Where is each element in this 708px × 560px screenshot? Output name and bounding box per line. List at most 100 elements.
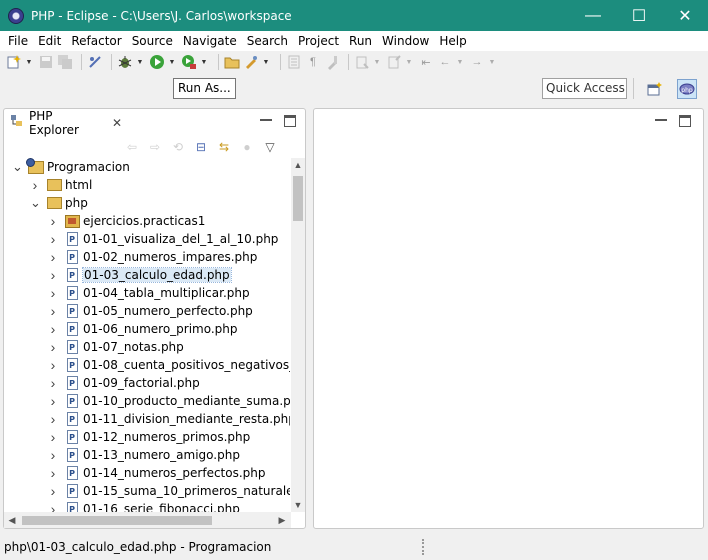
tree-item[interactable]: › P 01-03_calculo_edad.php <box>48 266 232 284</box>
tree-item[interactable]: › P 01-13_numero_amigo.php <box>48 446 240 464</box>
tree-item[interactable]: ⌄ php <box>30 194 88 212</box>
last-edit-location-icon[interactable]: ⇤ <box>418 54 434 70</box>
close-window-button[interactable]: ✕ <box>662 0 708 31</box>
save-all-icon[interactable] <box>57 54 73 70</box>
up-navigation-icon[interactable]: ⟲ <box>170 139 186 155</box>
menu-file[interactable]: File <box>3 34 33 48</box>
open-folder-icon[interactable] <box>224 54 240 70</box>
menu-run[interactable]: Run <box>344 34 377 48</box>
collapse-all-icon[interactable]: ⊟ <box>193 139 209 155</box>
chevron-right-icon[interactable]: › <box>48 357 58 373</box>
menu-help[interactable]: Help <box>434 34 471 48</box>
external-tools-icon[interactable] <box>181 54 197 70</box>
chevron-right-icon[interactable]: › <box>48 231 58 247</box>
paragraph-icon[interactable]: ¶ <box>305 54 321 70</box>
scroll-thumb[interactable] <box>22 516 212 525</box>
back-dropdown-icon[interactable]: ▼ <box>456 54 464 70</box>
chevron-down-icon[interactable]: ⌄ <box>12 160 23 173</box>
quick-access-input[interactable]: Quick Access <box>542 78 627 99</box>
close-tab-icon[interactable]: ✕ <box>112 116 122 130</box>
forward-navigation-icon[interactable]: ⇨ <box>147 139 163 155</box>
chevron-right-icon[interactable]: › <box>48 447 58 463</box>
tree-item[interactable]: › P 01-14_numeros_perfectos.php <box>48 464 266 482</box>
php-perspective-icon[interactable]: php <box>677 79 697 99</box>
chevron-right-icon[interactable]: › <box>30 177 40 193</box>
tree-item[interactable]: › P 01-10_producto_mediante_suma.php <box>48 392 290 410</box>
chevron-right-icon[interactable]: › <box>48 249 58 265</box>
scroll-right-icon[interactable]: ▶ <box>274 512 290 528</box>
tree-item[interactable]: › P 01-07_notas.php <box>48 338 184 356</box>
horizontal-scrollbar[interactable]: ◀ ▶ <box>4 512 291 528</box>
tree-item[interactable]: › P 01-02_numeros_impares.php <box>48 248 258 266</box>
back-navigation-icon[interactable]: ⇦ <box>124 139 140 155</box>
minimize-editor-icon[interactable] <box>655 115 667 121</box>
tree-item[interactable]: › P 01-01_visualiza_del_1_al_10.php <box>48 230 279 248</box>
chevron-right-icon[interactable]: › <box>48 429 58 445</box>
toggle-breakpoint-icon[interactable] <box>87 54 103 70</box>
tree-item[interactable]: › P01-08_cuenta_positivos_negativos_nul <box>48 356 290 374</box>
previous-annotation-icon[interactable] <box>386 54 402 70</box>
open-perspective-icon[interactable] <box>645 79 665 99</box>
tree-item[interactable]: › P 01-04_tabla_multiplicar.php <box>48 284 250 302</box>
search-dropdown-icon[interactable]: ▼ <box>262 54 270 70</box>
new-wizard-icon[interactable] <box>6 54 22 70</box>
link-with-editor-icon[interactable]: ⇆ <box>216 139 232 155</box>
editor-area[interactable] <box>313 108 704 529</box>
tree-item[interactable]: ⌄ Programacion <box>12 158 130 176</box>
run-dropdown-icon[interactable]: ▼ <box>168 54 176 70</box>
menu-edit[interactable]: Edit <box>33 34 66 48</box>
view-menu-icon[interactable]: ▽ <box>262 139 278 155</box>
next-annotation-icon[interactable] <box>354 54 370 70</box>
new-dropdown-icon[interactable]: ▼ <box>25 54 33 70</box>
maximize-window-button[interactable]: ☐ <box>616 0 662 31</box>
scroll-up-icon[interactable]: ▲ <box>291 158 305 172</box>
chevron-right-icon[interactable]: › <box>48 285 58 301</box>
menu-source[interactable]: Source <box>127 34 178 48</box>
chevron-right-icon[interactable]: › <box>48 501 58 512</box>
scroll-left-icon[interactable]: ◀ <box>4 512 20 528</box>
tree-item[interactable]: › P 01-06_numero_primo.php <box>48 320 238 338</box>
forward-dropdown-icon[interactable]: ▼ <box>488 54 496 70</box>
minimize-window-button[interactable]: — <box>570 0 616 31</box>
chevron-right-icon[interactable]: › <box>48 267 58 283</box>
vertical-scrollbar[interactable]: ▲ ▼ <box>291 158 305 512</box>
tree-item[interactable]: › P 01-11_division_mediante_resta.php <box>48 410 290 428</box>
maximize-editor-icon[interactable] <box>679 115 691 127</box>
menu-window[interactable]: Window <box>377 34 434 48</box>
maximize-view-icon[interactable] <box>284 115 296 127</box>
tab-php-explorer[interactable]: PHP Explorer ✕ <box>4 109 122 137</box>
menu-search[interactable]: Search <box>242 34 293 48</box>
chevron-down-icon[interactable]: ⌄ <box>30 196 41 209</box>
debug-dropdown-icon[interactable]: ▼ <box>136 54 144 70</box>
brush-icon[interactable] <box>324 54 340 70</box>
tree-item[interactable]: › P 01-16_serie_fibonacci.php <box>48 500 240 512</box>
tree-item[interactable]: › P 01-05_numero_perfecto.php <box>48 302 253 320</box>
menu-navigate[interactable]: Navigate <box>178 34 242 48</box>
tree-item[interactable]: › html <box>30 176 93 194</box>
scroll-thumb[interactable] <box>293 176 303 221</box>
focus-on-task-icon[interactable]: ● <box>239 139 255 155</box>
scroll-down-icon[interactable]: ▼ <box>291 498 305 512</box>
chevron-right-icon[interactable]: › <box>48 339 58 355</box>
external-tools-dropdown-icon[interactable]: ▼ <box>200 54 208 70</box>
menu-project[interactable]: Project <box>293 34 344 48</box>
next-annotation-dropdown-icon[interactable]: ▼ <box>373 54 381 70</box>
chevron-right-icon[interactable]: › <box>48 465 58 481</box>
chevron-right-icon[interactable]: › <box>48 213 58 229</box>
tree-item[interactable]: › P 01-09_factorial.php <box>48 374 200 392</box>
chevron-right-icon[interactable]: › <box>48 321 58 337</box>
chevron-right-icon[interactable]: › <box>48 375 58 391</box>
forward-arrow-icon[interactable]: → <box>469 54 485 70</box>
back-arrow-icon[interactable]: ← <box>437 54 453 70</box>
minimize-view-icon[interactable] <box>260 115 272 121</box>
chevron-right-icon[interactable]: › <box>48 411 58 427</box>
tree-item[interactable]: › ejercicios.practicas1 <box>48 212 206 230</box>
chevron-right-icon[interactable]: › <box>48 303 58 319</box>
search-pen-icon[interactable] <box>243 54 259 70</box>
annotation-icon[interactable] <box>286 54 302 70</box>
tree-item[interactable]: › P01-15_suma_10_primeros_naturales.ph <box>48 482 290 500</box>
save-icon[interactable] <box>38 54 54 70</box>
run-icon[interactable] <box>149 54 165 70</box>
debug-bug-icon[interactable] <box>117 54 133 70</box>
chevron-right-icon[interactable]: › <box>48 483 58 499</box>
